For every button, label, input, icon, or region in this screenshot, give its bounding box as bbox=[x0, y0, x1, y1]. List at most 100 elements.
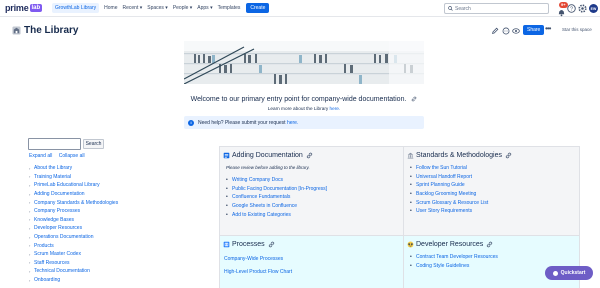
list-item-label: Backlog Grooming Meeting bbox=[416, 191, 477, 198]
welcome-heading-text: Welcome to our primary entry point for c… bbox=[190, 96, 407, 103]
nav-people[interactable]: People ▾ bbox=[173, 5, 192, 11]
nav-growthlab-library[interactable]: GrowthLab Library bbox=[52, 3, 100, 13]
quickstart-icon bbox=[552, 270, 558, 276]
list-item-label: Follow the Sun Tutorial bbox=[416, 165, 467, 172]
processes-icon bbox=[223, 241, 230, 248]
list-item-label: Google Sheets in Confluence bbox=[232, 203, 298, 210]
info-icon: i bbox=[188, 119, 194, 126]
list-item[interactable]: • User Story Requirements bbox=[410, 207, 576, 216]
section-title: Standards & Methodologies bbox=[416, 152, 502, 159]
page-tree-search-input[interactable] bbox=[28, 138, 81, 150]
list-item-label: User Story Requirements bbox=[416, 208, 473, 215]
logo-text: prime bbox=[5, 3, 29, 13]
info-prefix: Need help? Please submit your request bbox=[198, 119, 286, 126]
svg-text:?: ? bbox=[570, 6, 573, 12]
nav-templates[interactable]: Templates bbox=[218, 5, 241, 11]
tree-item-label: Onboarding bbox=[34, 277, 61, 284]
help-icon[interactable]: ? bbox=[567, 4, 576, 13]
list-item[interactable]: • Google Sheets in Confluence bbox=[226, 202, 400, 211]
tree-item-label: Scrum Master Codex bbox=[34, 251, 81, 258]
tree-item[interactable]: › Company Processes bbox=[29, 207, 118, 216]
section-title: Developer Resources bbox=[416, 241, 484, 248]
developer-resources-section: Developer Resources • Contract Team Devel… bbox=[404, 236, 580, 288]
quickstart-label: Quickstart bbox=[560, 270, 586, 276]
gear-icon[interactable] bbox=[578, 4, 587, 13]
tree-item-label: Products bbox=[34, 242, 54, 249]
notifications-button[interactable]: 9+ bbox=[557, 2, 568, 22]
create-button[interactable]: Create bbox=[246, 3, 270, 13]
list-item[interactable]: • Contract Team Developer Resources bbox=[410, 253, 576, 262]
nav-spaces[interactable]: Spaces ▾ bbox=[147, 5, 168, 11]
list-item-label: Coding Style Guidelines bbox=[416, 262, 470, 269]
submit-request-link[interactable]: here. bbox=[287, 120, 298, 126]
list-item-label: Scrum Glossary & Resource List bbox=[416, 199, 489, 206]
process-link[interactable]: High-Level Product Flow Chart bbox=[224, 269, 400, 275]
tree-item-label: Company Processes bbox=[34, 208, 81, 215]
expand-all-link[interactable]: Expand all bbox=[29, 153, 52, 159]
quickstart-button[interactable]: Quickstart bbox=[545, 266, 593, 280]
list-item-label: Sprint Planning Guide bbox=[416, 182, 465, 189]
search-placeholder: Search bbox=[455, 5, 471, 12]
process-link[interactable]: Company-Wide Processes bbox=[224, 256, 400, 262]
link-icon[interactable] bbox=[268, 241, 275, 248]
welcome-heading: Welcome to our primary entry point for c… bbox=[184, 96, 424, 103]
tree-item[interactable]: › Products bbox=[29, 241, 118, 250]
list-item[interactable]: • Universal Handoff Report bbox=[410, 173, 576, 182]
list-item[interactable]: • Add to Existing Categories bbox=[226, 210, 400, 219]
link-icon[interactable] bbox=[306, 152, 313, 159]
library-hero-image bbox=[184, 41, 424, 84]
tree-item[interactable]: › Onboarding bbox=[29, 276, 118, 285]
nav-recent[interactable]: Recent ▾ bbox=[122, 5, 142, 11]
tree-item[interactable]: › Technical Documentation bbox=[29, 267, 118, 276]
list-item-label: Writing Company Docs bbox=[232, 177, 284, 184]
building-icon bbox=[407, 152, 414, 159]
list-item[interactable]: • Confluence Fundamentals bbox=[226, 193, 400, 202]
star-space-button[interactable]: Star this space bbox=[562, 27, 592, 32]
tree-item[interactable]: › Operations Documentation bbox=[29, 233, 118, 242]
tree-item-label: Company Standards & Methodologies bbox=[34, 199, 119, 206]
link-icon[interactable] bbox=[486, 241, 493, 248]
link-icon[interactable] bbox=[411, 96, 417, 102]
share-button[interactable]: Share bbox=[523, 25, 545, 35]
list-item[interactable]: • Follow the Sun Tutorial bbox=[410, 164, 576, 173]
list-item[interactable]: • Writing Company Docs bbox=[226, 176, 400, 185]
more-actions-icon[interactable]: ••• bbox=[545, 24, 551, 33]
tree-item-label: Training Material bbox=[34, 173, 72, 180]
learn-more-link[interactable]: here. bbox=[330, 106, 341, 111]
edit-icon[interactable] bbox=[491, 27, 499, 35]
tree-item[interactable]: › Developer Resources bbox=[29, 224, 118, 233]
welcome-sub-prefix: Learn more about the Library bbox=[267, 106, 329, 111]
tree-item[interactable]: › Training Material bbox=[29, 173, 118, 182]
tree-item[interactable]: › Company Standards & Methodologies bbox=[29, 198, 118, 207]
tree-item[interactable]: › Knowledge Bases bbox=[29, 216, 118, 225]
watch-icon[interactable] bbox=[512, 27, 520, 35]
collapse-all-link[interactable]: Collapse all bbox=[59, 153, 85, 159]
tree-item[interactable]: › PrimeLab Educational Library bbox=[29, 181, 118, 190]
list-item[interactable]: • Sprint Planning Guide bbox=[410, 181, 576, 190]
list-item-label: Universal Handoff Report bbox=[416, 173, 473, 180]
tree-item[interactable]: › Staff Resources bbox=[29, 259, 118, 268]
tree-item-label: Operations Documentation bbox=[34, 234, 94, 241]
section-title: Processes bbox=[232, 241, 265, 248]
prime-lab-logo[interactable]: prime lab bbox=[5, 3, 52, 13]
comment-icon[interactable] bbox=[502, 27, 510, 35]
list-item-label: Contract Team Developer Resources bbox=[416, 254, 498, 261]
tree-item[interactable]: › About the Library bbox=[29, 164, 118, 173]
search-input[interactable]: Search bbox=[444, 3, 549, 14]
standards-methodologies-section: Standards & Methodologies • Follow the Su… bbox=[404, 147, 580, 236]
tree-item[interactable]: › Scrum Master Codex bbox=[29, 250, 118, 259]
adding-documentation-section: Adding Documentation Please review befor… bbox=[219, 147, 404, 236]
nav-home[interactable]: Home bbox=[104, 5, 117, 11]
tree-item[interactable]: › Adding Documentation bbox=[29, 190, 118, 199]
nav-apps[interactable]: Apps ▾ bbox=[197, 5, 212, 11]
link-icon[interactable] bbox=[505, 152, 512, 159]
list-item[interactable]: • Scrum Glossary & Resource List bbox=[410, 198, 576, 207]
welcome-subtext: Learn more about the Library here. bbox=[184, 106, 424, 111]
page-tree: › About the Library › Training Material › P… bbox=[29, 164, 118, 284]
tree-item-label: Developer Resources bbox=[34, 225, 83, 232]
page-tree-search-button[interactable]: Search bbox=[83, 139, 104, 149]
list-item-label: Add to Existing Categories bbox=[232, 211, 291, 218]
list-item[interactable]: • Backlog Grooming Meeting bbox=[410, 190, 576, 199]
avatar[interactable]: EW bbox=[589, 4, 598, 13]
list-item[interactable]: • Public Facing Documentation [In-Progres… bbox=[226, 185, 400, 194]
